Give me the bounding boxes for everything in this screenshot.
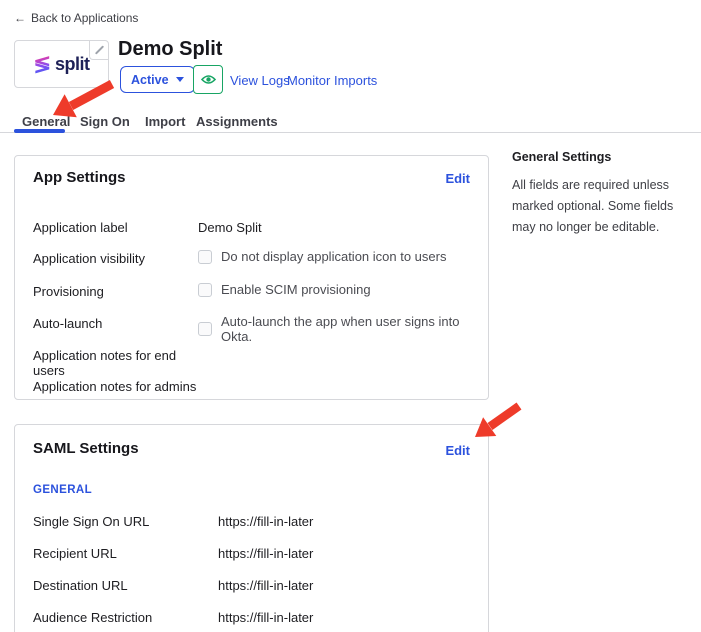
app-settings-edit-button[interactable]: Edit	[445, 171, 470, 186]
page-title: Demo Split	[118, 38, 222, 61]
back-arrow-icon: ←	[14, 11, 26, 25]
tab-divider	[0, 132, 701, 133]
sso-url-value: https://fill-in-later	[218, 514, 313, 529]
app-settings-row-notes-end-users: Application notes for end users	[33, 348, 474, 378]
app-settings-row-provisioning: Provisioning Enable SCIM provisioning	[33, 284, 474, 299]
edit-logo-button[interactable]	[89, 41, 108, 60]
auto-launch-checkbox-label: Auto-launch the app when user signs into…	[221, 314, 474, 344]
tab-import[interactable]: Import	[145, 114, 196, 129]
monitor-imports-link[interactable]: Monitor Imports	[287, 73, 377, 88]
status-label: Active	[131, 73, 169, 87]
saml-settings-title: SAML Settings	[33, 440, 139, 457]
auto-launch-checkbox[interactable]	[198, 322, 212, 336]
tab-bar: General Sign On Import Assignments	[22, 114, 286, 129]
app-settings-row-notes-admins: Application notes for admins	[33, 379, 474, 394]
tab-assignments[interactable]: Assignments	[196, 114, 286, 129]
recipient-url-value: https://fill-in-later	[218, 546, 313, 561]
back-link-label: Back to Applications	[31, 11, 138, 25]
visibility-checkbox[interactable]	[198, 250, 212, 264]
preview-button[interactable]	[193, 65, 223, 94]
application-label-value: Demo Split	[198, 220, 262, 235]
app-settings-row-application-visibility: Application visibility Do not display ap…	[33, 251, 474, 266]
pencil-icon	[95, 45, 104, 54]
saml-row-sso-url: Single Sign On URL https://fill-in-later	[33, 514, 474, 529]
tab-general[interactable]: General	[22, 114, 80, 129]
active-tab-indicator	[14, 129, 65, 133]
saml-row-destination-url: Destination URL https://fill-in-later	[33, 578, 474, 593]
eye-icon	[201, 74, 216, 85]
back-to-applications-link[interactable]: ← Back to Applications	[14, 11, 138, 25]
tab-sign-on[interactable]: Sign On	[80, 114, 145, 129]
okta-app-page: ← Back to Applications ≶ split Demo Spli…	[0, 0, 701, 632]
audience-restriction-value: https://fill-in-later	[218, 610, 313, 625]
help-panel-description: All fields are required unless marked op…	[512, 175, 694, 238]
app-settings-row-application-label: Application label Demo Split	[33, 220, 474, 235]
saml-row-audience-restriction: Audience Restriction https://fill-in-lat…	[33, 610, 474, 625]
saml-settings-edit-button[interactable]: Edit	[445, 443, 470, 458]
app-settings-card: App Settings Edit Application label Demo…	[14, 155, 489, 400]
saml-general-section-label: GENERAL	[33, 484, 92, 496]
split-logo-text: split	[55, 54, 90, 75]
scim-provisioning-checkbox-label: Enable SCIM provisioning	[221, 282, 371, 297]
status-dropdown-button[interactable]: Active	[120, 66, 195, 93]
app-settings-row-auto-launch: Auto-launch Auto-launch the app when use…	[33, 316, 474, 344]
saml-settings-card: SAML Settings Edit GENERAL Single Sign O…	[14, 424, 489, 632]
view-logs-link[interactable]: View Logs	[230, 73, 290, 88]
caret-down-icon	[176, 77, 184, 82]
help-panel: General Settings All fields are required…	[512, 150, 694, 238]
saml-row-recipient-url: Recipient URL https://fill-in-later	[33, 546, 474, 561]
destination-url-value: https://fill-in-later	[218, 578, 313, 593]
app-settings-title: App Settings	[33, 169, 126, 186]
help-panel-title: General Settings	[512, 150, 694, 164]
visibility-checkbox-label: Do not display application icon to users	[221, 249, 446, 264]
app-logo: ≶ split	[14, 40, 109, 88]
scim-provisioning-checkbox[interactable]	[198, 283, 212, 297]
split-logo-icon: ≶	[33, 54, 51, 75]
